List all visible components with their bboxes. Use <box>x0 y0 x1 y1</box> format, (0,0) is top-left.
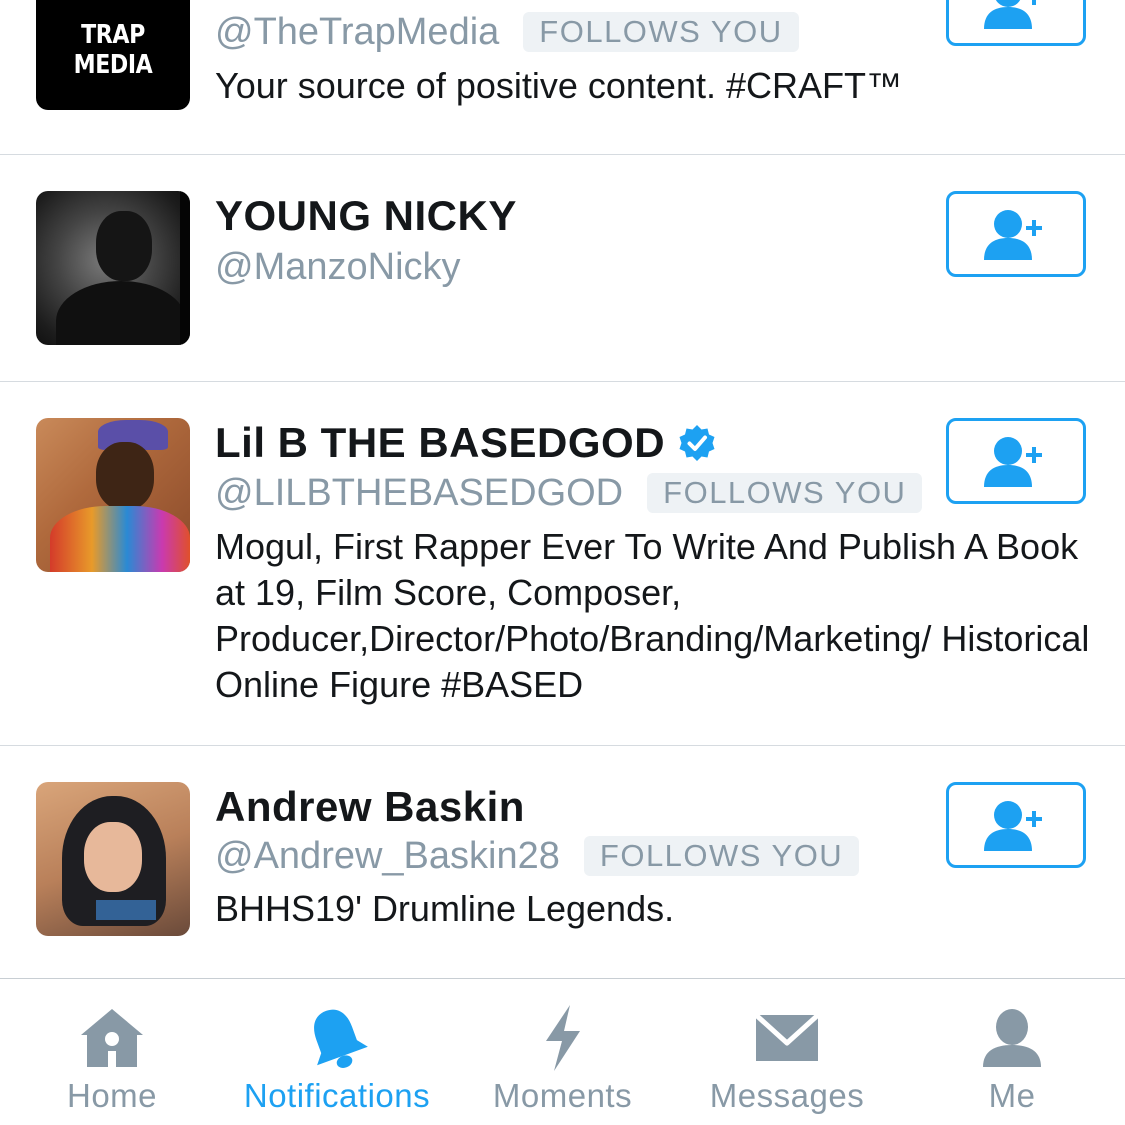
name-line: YOUNG NICKY <box>215 191 517 241</box>
tab-notifications[interactable]: Notifications <box>232 979 442 1125</box>
follow-button[interactable] <box>946 0 1086 46</box>
avatar-logo-text: TRAP MEDIA <box>73 20 153 80</box>
tab-label: Moments <box>492 1077 633 1114</box>
user-handle[interactable]: @TheTrapMedia <box>215 11 499 54</box>
name-line: Lil B THE BASEDGOD <box>215 418 717 468</box>
person-icon <box>983 1009 1041 1067</box>
user-handle[interactable]: @ManzoNicky <box>215 246 461 289</box>
user-bio: Your source of positive content. #CRAFT™ <box>215 65 902 106</box>
tab-moments[interactable]: Moments <box>485 979 640 1125</box>
user-row-andrewbaskin[interactable]: Andrew Baskin @Andrew_Baskin28 FOLLOWS Y… <box>0 746 1125 977</box>
name-line: Andrew Baskin <box>215 782 525 832</box>
tab-label: Notifications <box>243 1077 431 1114</box>
tab-messages[interactable]: Messages <box>702 979 872 1125</box>
user-row-manzonicky[interactable]: YOUNG NICKY @ManzoNicky <box>0 155 1125 382</box>
add-user-icon <box>984 437 1042 487</box>
user-handle[interactable]: @LILBTHEBASEDGOD <box>215 472 623 515</box>
avatar-photo-face <box>84 822 142 892</box>
avatar[interactable] <box>36 418 190 572</box>
follows-you-badge: FOLLOWS YOU <box>523 12 799 52</box>
follow-button[interactable] <box>946 191 1086 277</box>
avatar-photo-shirt <box>50 506 190 572</box>
user-bio: BHHS19' Drumline Legends. <box>215 888 675 929</box>
notifications-screen: TRAP MEDIA @TheTrapMedia FOLLOWS YOU You… <box>0 0 1125 1125</box>
follows-you-badge: FOLLOWS YOU <box>647 473 923 513</box>
avatar-edge <box>180 191 190 345</box>
user-row-trapmedia[interactable]: TRAP MEDIA @TheTrapMedia FOLLOWS YOU You… <box>0 0 1125 155</box>
home-icon <box>81 1009 143 1067</box>
tab-label: Home <box>66 1077 158 1114</box>
user-handle[interactable]: @Andrew_Baskin28 <box>215 835 560 878</box>
tab-me[interactable]: Me <box>962 979 1062 1125</box>
follow-button[interactable] <box>946 418 1086 504</box>
avatar-photo-body <box>56 281 186 345</box>
user-display-name[interactable]: Lil B THE BASEDGOD <box>215 419 665 467</box>
avatar-photo-figure <box>96 211 152 281</box>
tab-bar: Home Notifications Moments Messages Me <box>0 978 1125 1125</box>
add-user-icon <box>984 210 1042 260</box>
handle-line: @ManzoNicky <box>215 242 461 292</box>
bell-icon <box>314 1009 368 1068</box>
user-bio: Mogul, First Rapper Ever To Write And Pu… <box>215 526 1090 705</box>
verified-badge-icon <box>679 425 715 461</box>
avatar[interactable] <box>36 782 190 936</box>
avatar-photo-face <box>96 442 154 510</box>
lightning-icon <box>545 1005 580 1071</box>
avatar-photo-shirt-accent <box>96 900 156 920</box>
user-display-name[interactable]: Andrew Baskin <box>215 783 525 831</box>
handle-line: @TheTrapMedia FOLLOWS YOU <box>215 7 799 57</box>
add-user-icon <box>984 801 1042 851</box>
avatar[interactable] <box>36 191 190 345</box>
user-row-lilbthebasedgod[interactable]: Lil B THE BASEDGOD @LILBTHEBASEDGOD FOLL… <box>0 382 1125 745</box>
handle-line: @LILBTHEBASEDGOD FOLLOWS YOU <box>215 468 923 518</box>
tab-label: Messages <box>709 1077 865 1114</box>
follow-button[interactable] <box>946 782 1086 868</box>
avatar[interactable]: TRAP MEDIA <box>36 0 190 110</box>
follows-you-badge: FOLLOWS YOU <box>583 836 860 876</box>
tab-home[interactable]: Home <box>52 979 172 1125</box>
add-user-icon <box>984 0 1036 29</box>
handle-line: @Andrew_Baskin28 FOLLOWS YOU <box>215 831 860 881</box>
user-display-name[interactable]: YOUNG NICKY <box>215 192 517 240</box>
envelope-icon <box>754 1013 820 1061</box>
tab-label: Me <box>988 1077 1036 1114</box>
